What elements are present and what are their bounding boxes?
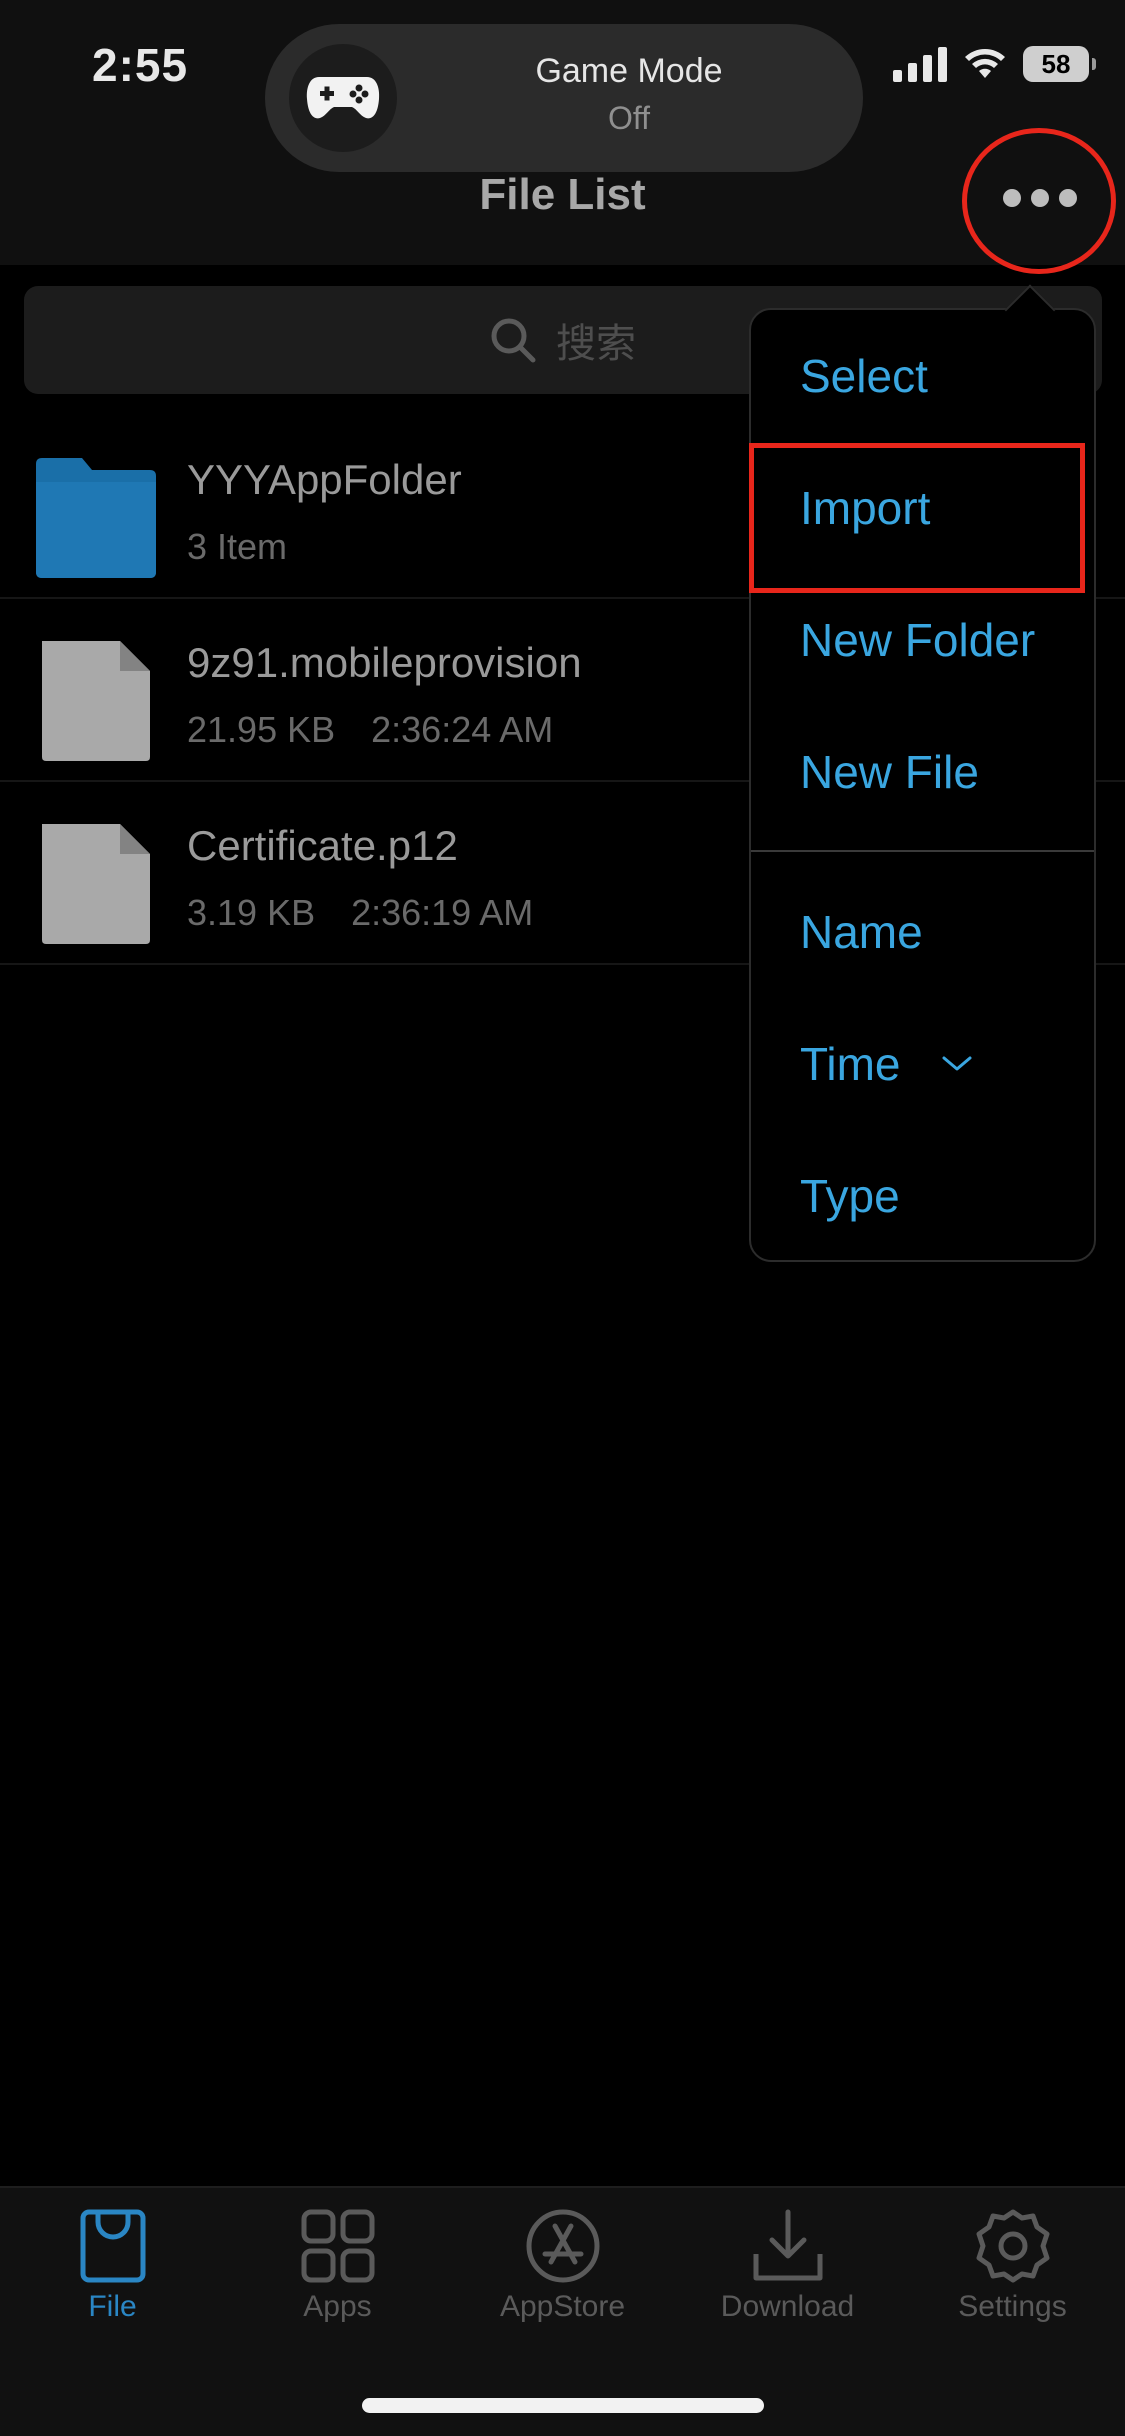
file-meta: 3 Item	[187, 526, 287, 568]
tab-label: Settings	[958, 2290, 1067, 2323]
search-placeholder: 搜索	[556, 322, 636, 366]
file-bag-icon	[80, 2209, 145, 2283]
document-icon	[42, 824, 150, 944]
tab-settings[interactable]: Settings	[900, 2208, 1125, 2348]
file-size: 21.95 KB	[187, 709, 336, 750]
tab-download[interactable]: Download	[675, 2208, 900, 2348]
download-icon	[753, 2209, 822, 2281]
menu-item-sort-type[interactable]: Type	[751, 1130, 1094, 1262]
chevron-down-icon	[941, 1055, 973, 1073]
more-button-highlight-circle	[962, 128, 1116, 274]
game-mode-status: Off	[607, 100, 651, 136]
page-title: File List	[479, 170, 646, 219]
import-highlight-box	[749, 443, 1085, 593]
file-name: YYYAppFolder	[187, 456, 462, 503]
tab-label: File	[88, 2290, 137, 2323]
file-meta: 21.95 KB 2:36:24 AM	[187, 709, 553, 751]
file-time: 2:36:24 AM	[371, 709, 554, 750]
status-time: 2:55	[92, 39, 189, 91]
folder-item-count: 3 Item	[187, 526, 288, 567]
tab-appstore[interactable]: AppStore	[450, 2208, 675, 2348]
cellular-signal-icon	[893, 46, 947, 82]
tab-file[interactable]: File	[0, 2208, 225, 2348]
tab-apps[interactable]: Apps	[225, 2208, 450, 2348]
game-mode-title: Game Mode	[535, 52, 723, 90]
menu-divider	[751, 850, 1094, 852]
menu-item-new-folder[interactable]: New Folder	[751, 574, 1094, 706]
menu-item-sort-time[interactable]: Time	[751, 998, 1094, 1130]
document-icon	[42, 641, 150, 761]
appstore-icon	[526, 2209, 599, 2283]
file-time: 2:36:19 AM	[351, 892, 534, 933]
grid-icon	[301, 2209, 374, 2283]
game-mode-banner[interactable]: Game Mode Off	[265, 24, 863, 172]
file-meta: 3.19 KB 2:36:19 AM	[187, 892, 533, 934]
battery-icon: 58	[1023, 46, 1096, 82]
search-icon	[491, 318, 536, 363]
menu-item-select[interactable]: Select	[751, 310, 1094, 442]
tab-label: AppStore	[499, 2290, 626, 2323]
tab-label: Download	[720, 2290, 855, 2323]
status-icons: 58	[893, 46, 1096, 82]
gear-icon	[976, 2209, 1049, 2283]
menu-item-new-file[interactable]: New File	[751, 706, 1094, 838]
tab-label: Apps	[303, 2290, 372, 2323]
file-size: 3.19 KB	[187, 892, 316, 933]
file-name: Certificate.p12	[187, 822, 458, 869]
file-name: 9z91.mobileprovision	[187, 639, 582, 686]
sort-time-label: Time	[800, 1038, 901, 1090]
home-indicator[interactable]	[362, 2398, 764, 2413]
menu-item-sort-name[interactable]: Name	[751, 866, 1094, 998]
folder-icon	[36, 458, 156, 578]
screen: 2:55 58 Game Mode Off File List 搜索 YYYAp…	[0, 0, 1125, 2436]
wifi-icon	[965, 49, 1005, 78]
